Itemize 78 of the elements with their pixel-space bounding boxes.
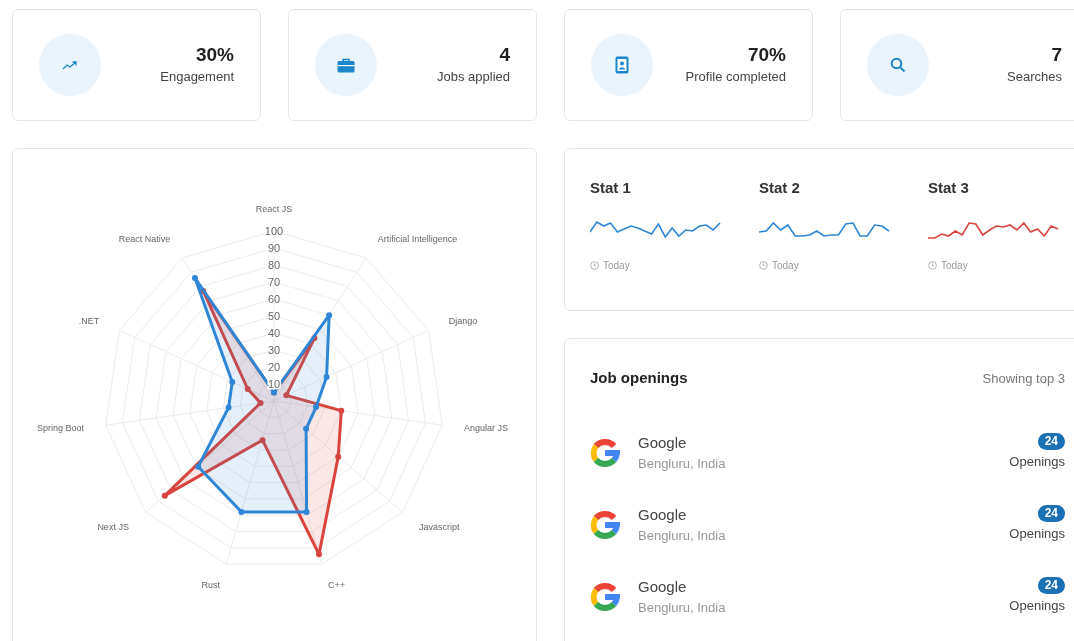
data-point (257, 399, 264, 406)
axis-category-label: Next JS (97, 521, 129, 532)
stat-label: Profile completed (685, 68, 786, 87)
openings-label: Openings (1009, 525, 1065, 544)
count-badge: 24 (1037, 577, 1065, 595)
data-point (244, 386, 251, 392)
axis-category-label: Django (448, 316, 478, 327)
count-badge: 24 (1037, 433, 1065, 451)
stat-title: Stat 3 (928, 178, 970, 198)
stat-caption: Today (772, 258, 799, 273)
axis-tick-label: 40 (267, 327, 281, 339)
stat-label: Engagement (160, 68, 234, 87)
axis-category-label: Rust (201, 580, 220, 591)
count-badge: 24 (1037, 505, 1065, 523)
axis-category-label: Spring Boot (36, 423, 84, 434)
axis-tick-label: 50 (267, 310, 281, 322)
axis-tick-label: 70 (267, 276, 281, 288)
stat-value: 4 (499, 43, 510, 68)
data-point (191, 275, 198, 281)
stat-value: 30% (195, 43, 234, 68)
data-point (259, 437, 266, 444)
data-point (313, 404, 320, 411)
data-point (225, 404, 232, 411)
stat-value: 7 (1051, 43, 1062, 68)
stat-caption: Today (941, 258, 968, 273)
axis-category-label: React JS (255, 204, 293, 214)
axis-category-label: Javascript (419, 521, 460, 532)
data-point (161, 492, 168, 499)
axis-tick-label: 20 (267, 361, 281, 373)
trend-icon (62, 60, 78, 70)
stat-title: Stat 2 (759, 178, 801, 198)
axis-category-label: C++ (328, 580, 346, 591)
g-logo-icon (590, 509, 620, 540)
data-point (338, 407, 345, 414)
data-point (229, 378, 236, 385)
g-logo-icon (590, 437, 620, 468)
data-point (303, 508, 310, 515)
openings-label: Openings (1009, 597, 1065, 616)
data-point (195, 463, 202, 470)
company-location: Bengluru, India (638, 455, 726, 473)
showing-count: Showing top 3 (982, 369, 1065, 388)
data-point (326, 312, 333, 319)
stat-value: 70% (747, 43, 786, 68)
id-badge-icon (615, 56, 629, 74)
openings-label: Openings (1009, 453, 1065, 472)
data-point (200, 287, 207, 294)
company-name: Google (638, 432, 688, 453)
axis-category-label: Angular JS (464, 423, 509, 434)
company-location: Bengluru, India (638, 527, 726, 545)
stat-label: Searches (1007, 68, 1062, 87)
company-location: Bengluru, India (638, 599, 726, 617)
clock-icon (928, 260, 937, 270)
clock-icon (590, 260, 599, 270)
company-name: Google (638, 576, 688, 597)
briefcase-icon (337, 57, 355, 73)
axis-tick-label: 100 (264, 225, 284, 237)
data-point (283, 392, 290, 399)
data-point (323, 374, 330, 380)
stat-caption: Today (603, 258, 630, 273)
axis-category-label: .NET (78, 316, 100, 327)
data-point (316, 551, 322, 558)
search-icon (890, 57, 906, 73)
company-name: Google (638, 504, 688, 525)
clock-icon (759, 260, 768, 270)
stat-title: Stat 1 (590, 178, 632, 198)
data-point (311, 335, 318, 342)
axis-tick-label: 30 (267, 344, 281, 356)
axis-tick-label: 60 (267, 293, 281, 305)
data-point (335, 453, 342, 460)
data-point (303, 425, 310, 432)
axis-category-label: Artificial Intelligence (377, 234, 458, 245)
axis-category-label: React Native (118, 234, 171, 245)
axis-tick-label: 80 (267, 259, 281, 271)
card-title: Job openings (590, 368, 688, 388)
axis-tick-label: 90 (267, 242, 281, 254)
stat-label: Jobs applied (437, 68, 510, 87)
data-point (238, 508, 245, 515)
g-logo-icon (590, 581, 620, 612)
